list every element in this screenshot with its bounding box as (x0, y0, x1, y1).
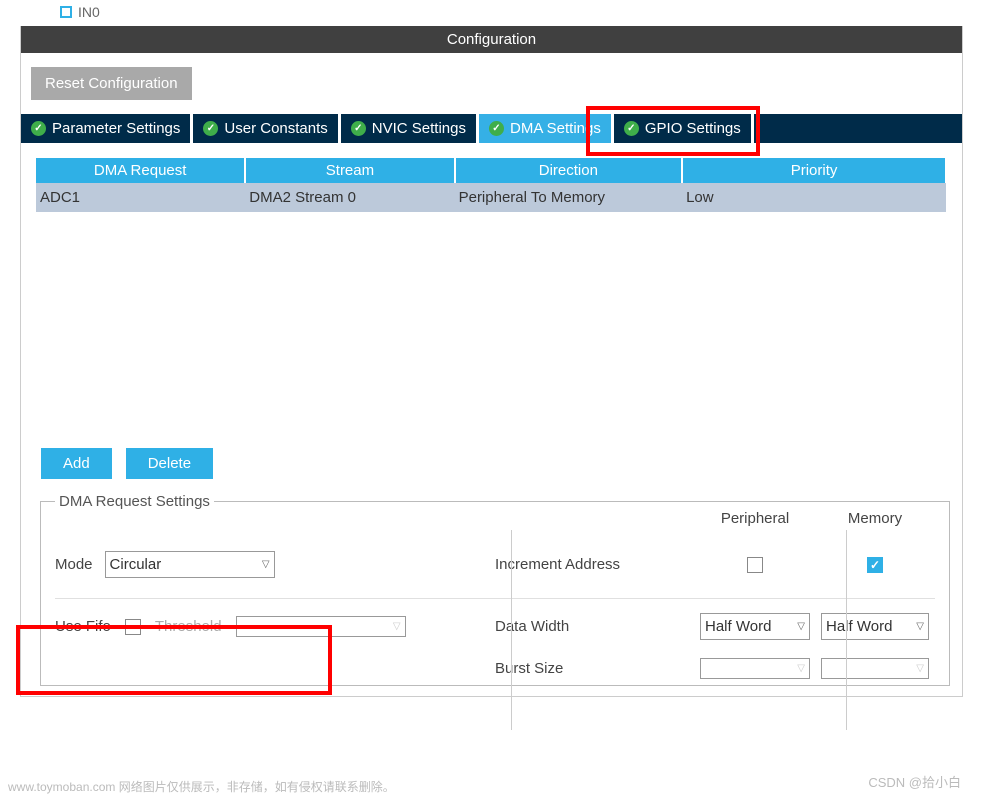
checkbox-icon (60, 6, 72, 18)
check-icon: ✓ (351, 121, 366, 136)
separator (846, 530, 847, 730)
mode-select[interactable]: Circular ▽ (105, 551, 275, 578)
col-dma-request[interactable]: DMA Request (36, 158, 245, 183)
tab-content: DMA Request Stream Direction Priority AD… (21, 143, 962, 696)
dma-table: DMA Request Stream Direction Priority AD… (36, 158, 947, 212)
chevron-down-icon: ▽ (916, 621, 924, 632)
data-width-label: Data Width (495, 618, 695, 635)
table-row[interactable]: ADC1 DMA2 Stream 0 Peripheral To Memory … (36, 183, 946, 212)
add-button[interactable]: Add (41, 448, 112, 479)
toolbar: Reset Configuration (21, 53, 962, 114)
tab-dma-settings[interactable]: ✓ DMA Settings (479, 114, 614, 143)
tree-item-label: IN0 (78, 4, 100, 20)
use-fifo-label: Use Fifo (55, 618, 111, 635)
select-value: Half Word (826, 618, 892, 635)
burst-peripheral-select[interactable]: ▽ (700, 658, 810, 679)
reset-configuration-button[interactable]: Reset Configuration (31, 67, 192, 100)
tab-label: GPIO Settings (645, 120, 741, 137)
check-icon: ✓ (624, 121, 639, 136)
chevron-down-icon: ▽ (393, 621, 401, 632)
panel-title: Configuration (21, 26, 962, 53)
tab-label: User Constants (224, 120, 327, 137)
cell-stream: DMA2 Stream 0 (245, 183, 454, 212)
mode-value: Circular (110, 556, 162, 573)
burst-memory-select[interactable]: ▽ (821, 658, 929, 679)
increment-address-label: Increment Address (495, 556, 695, 573)
dma-request-settings: DMA Request Settings Peripheral Memory M… (40, 493, 950, 686)
table-header-row: DMA Request Stream Direction Priority (36, 158, 946, 183)
watermark-csdn: CSDN @拾小白 (868, 772, 961, 791)
col-priority[interactable]: Priority (682, 158, 946, 183)
threshold-select[interactable]: ▽ (236, 616, 406, 637)
cell-request: ADC1 (36, 183, 245, 212)
tab-user-constants[interactable]: ✓ User Constants (193, 114, 340, 143)
table-buttons: Add Delete (41, 448, 947, 479)
configuration-panel: Configuration Reset Configuration ✓ Para… (20, 26, 963, 697)
col-header-peripheral: Peripheral (695, 510, 815, 527)
use-fifo-checkbox[interactable] (125, 619, 141, 635)
tab-nvic-settings[interactable]: ✓ NVIC Settings (341, 114, 479, 143)
chevron-down-icon: ▽ (797, 621, 805, 632)
check-icon: ✓ (31, 121, 46, 136)
dma-table-region: DMA Request Stream Direction Priority AD… (36, 158, 947, 448)
tab-bar: ✓ Parameter Settings ✓ User Constants ✓ … (21, 114, 962, 143)
check-icon: ✓ (203, 121, 218, 136)
tab-parameter-settings[interactable]: ✓ Parameter Settings (21, 114, 193, 143)
tab-label: NVIC Settings (372, 120, 466, 137)
data-width-memory-select[interactable]: Half Word ▽ (821, 613, 929, 640)
tree-item-partial: IN0 (60, 4, 983, 20)
increment-memory-checkbox[interactable]: ✓ (867, 557, 883, 573)
tab-label: Parameter Settings (52, 120, 180, 137)
col-header-memory: Memory (815, 510, 935, 527)
watermark-footer: www.toymoban.com 网络图片仅供展示，非存储，如有侵权请联系删除。 (8, 778, 395, 795)
separator (511, 530, 512, 730)
check-icon: ✓ (489, 121, 504, 136)
fieldset-legend: DMA Request Settings (55, 493, 214, 510)
mode-label: Mode (55, 556, 93, 573)
tab-label: DMA Settings (510, 120, 601, 137)
chevron-down-icon: ▽ (797, 663, 805, 674)
burst-size-label: Burst Size (495, 660, 695, 677)
cell-direction: Peripheral To Memory (455, 183, 683, 212)
col-stream[interactable]: Stream (245, 158, 454, 183)
data-width-peripheral-select[interactable]: Half Word ▽ (700, 613, 810, 640)
increment-peripheral-checkbox[interactable] (747, 557, 763, 573)
cell-priority: Low (682, 183, 946, 212)
chevron-down-icon: ▽ (262, 559, 270, 570)
col-direction[interactable]: Direction (455, 158, 683, 183)
delete-button[interactable]: Delete (126, 448, 213, 479)
tab-gpio-settings[interactable]: ✓ GPIO Settings (614, 114, 754, 143)
chevron-down-icon: ▽ (916, 663, 924, 674)
select-value: Half Word (705, 618, 771, 635)
threshold-label: Threshold (155, 618, 222, 635)
